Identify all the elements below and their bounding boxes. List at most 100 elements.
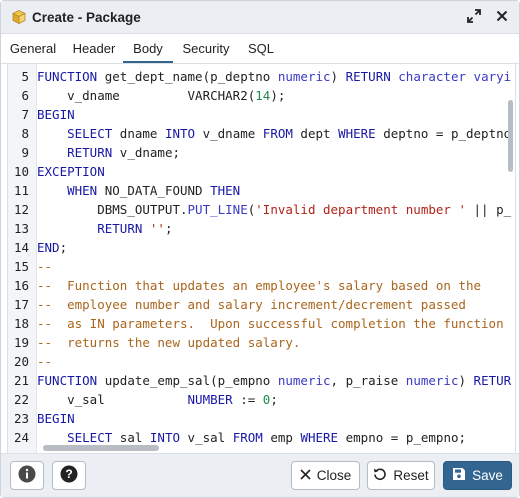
create-package-dialog: Create - Package General Header Body Sec… [0, 0, 520, 498]
code-text: FUNCTION get_dept_name(p_deptno numeric)… [37, 67, 511, 86]
code-text: -- as IN parameters. Upon successful com… [37, 314, 504, 333]
code-line: 13 RETURN ''; [8, 219, 515, 238]
code-token: ); [270, 88, 286, 103]
line-number: 6 [21, 88, 29, 103]
tab-body[interactable]: Body [123, 34, 173, 64]
code-editor[interactable]: 5 FUNCTION get_dept_name(p_deptno numeric… [7, 63, 516, 454]
code-text: WHEN NO_DATA_FOUND THEN [37, 181, 240, 200]
code-token: ; [59, 240, 68, 255]
code-token: -- returns the new updated salary. [37, 335, 301, 350]
line-number: 8 [21, 126, 29, 141]
reset-button-label: Reset [393, 468, 429, 483]
code-line: 14 END; [8, 238, 515, 257]
code-token: dname [112, 126, 165, 141]
code-token: RETUR [473, 373, 512, 388]
code-token: SELECT [67, 126, 113, 141]
code-token: -- [37, 354, 53, 369]
code-line: 22 v_sal NUMBER := 0; [8, 390, 515, 409]
vertical-scrollbar[interactable] [508, 100, 513, 172]
code-token: ) [330, 69, 346, 84]
code-text: -- returns the new updated salary. [37, 333, 300, 352]
info-icon [18, 465, 36, 486]
tab-general[interactable]: General [1, 34, 65, 63]
line-number: 20 [13, 354, 29, 369]
tab-sql[interactable]: SQL [239, 34, 283, 63]
reset-button[interactable]: Reset [367, 461, 435, 490]
code-token: v_sal [37, 392, 188, 407]
code-text: FUNCTION update_emp_sal(p_empno numeric,… [37, 371, 511, 390]
code-token: := [232, 392, 263, 407]
info-button[interactable] [10, 461, 44, 490]
code-token: FUNCTION [37, 373, 98, 388]
code-token: DBMS_OUTPUT. [37, 202, 188, 217]
code-token: character varyi [398, 69, 512, 84]
code-token: ; [270, 392, 278, 407]
line-number: 16 [13, 278, 29, 293]
code-token: -- Function that updates an employee's s… [37, 278, 482, 293]
code-token: EXCEPTION [37, 164, 105, 179]
code-token: BEGIN [37, 411, 75, 426]
code-line: 10 EXCEPTION [8, 162, 515, 181]
line-number: 5 [21, 69, 29, 84]
code-line: 6 v_dname VARCHAR2(14); [8, 86, 515, 105]
code-token: WHERE [338, 126, 376, 141]
code-token: , p_raise [330, 373, 406, 388]
close-button[interactable]: Close [291, 461, 360, 490]
code-token: dept [292, 126, 339, 141]
code-token: PUT_LINE [187, 202, 248, 217]
line-number: 12 [13, 202, 29, 217]
line-number: 18 [13, 316, 29, 331]
maximize-icon[interactable] [465, 7, 483, 25]
help-button[interactable]: ? [52, 461, 86, 490]
code-line: 21 FUNCTION update_emp_sal(p_empno numeri… [8, 371, 515, 390]
code-token: INTO [164, 126, 196, 141]
code-text: SELECT dname INTO v_dname FROM dept WHER… [37, 124, 511, 143]
save-button[interactable]: Save [443, 461, 512, 490]
save-button-label: Save [472, 468, 503, 483]
line-number: 22 [13, 392, 29, 407]
code-token: FUNCTION [37, 69, 98, 84]
code-token: FROM [232, 430, 263, 445]
close-button-label: Close [316, 468, 352, 483]
code-line: 19 -- returns the new updated salary. [8, 333, 515, 352]
code-token: deptno = p_deptno [375, 126, 512, 141]
code-token: ; [164, 221, 173, 236]
code-text: BEGIN [37, 105, 75, 124]
code-token: INTO [149, 430, 181, 445]
code-line: 12 DBMS_OUTPUT.PUT_LINE('Invalid departm… [8, 200, 515, 219]
code-text: DBMS_OUTPUT.PUT_LINE('Invalid department… [37, 200, 511, 219]
code-line: 5 FUNCTION get_dept_name(p_deptno numeric… [8, 67, 515, 86]
code-token: SELECT [67, 430, 113, 445]
line-number: 7 [21, 107, 29, 122]
code-token: -- as IN parameters. Upon successful com… [37, 316, 504, 331]
code-line: 15 -- [8, 257, 515, 276]
code-token: WHEN [67, 183, 98, 198]
code-token: v_dname VARCHAR2( [37, 88, 256, 103]
tab-header[interactable]: Header [65, 34, 123, 63]
code-token: -- [37, 259, 53, 274]
line-number: 24 [13, 430, 29, 445]
svg-text:?: ? [65, 467, 72, 481]
code-token: END [37, 240, 60, 255]
tab-security[interactable]: Security [173, 34, 239, 63]
code-line: 9 RETURN v_dname; [8, 143, 515, 162]
close-icon[interactable] [493, 7, 511, 25]
tab-bar: General Header Body Security SQL [1, 34, 519, 64]
dialog-titlebar[interactable]: Create - Package [1, 1, 519, 34]
horizontal-scrollbar[interactable] [43, 445, 159, 451]
code-token: v_dname; [112, 145, 180, 160]
code-text: -- [37, 352, 52, 371]
code-token: RETURN [67, 145, 113, 160]
code-line: 11 WHEN NO_DATA_FOUND THEN [8, 181, 515, 200]
code-token: empno = p_empno; [338, 430, 467, 445]
code-text: v_dname VARCHAR2(14); [37, 86, 285, 105]
code-text: -- [37, 257, 52, 276]
code-token: numeric [277, 69, 331, 84]
code-line: 18 -- as IN parameters. Upon successful c… [8, 314, 515, 333]
code-text: -- employee number and salary increment/… [37, 295, 466, 314]
code-token: NO_DATA_FOUND [97, 183, 211, 198]
close-x-icon [300, 468, 311, 483]
